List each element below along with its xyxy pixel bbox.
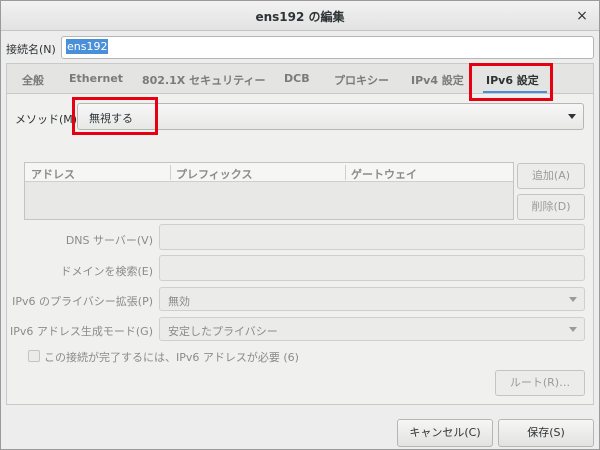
chevron-down-icon — [568, 114, 576, 119]
chevron-down-icon — [569, 327, 577, 332]
chevron-down-icon — [569, 297, 577, 302]
method-dropdown[interactable]: 無視する — [77, 103, 584, 130]
method-label: メソッド(M) — [15, 113, 78, 126]
address-table[interactable]: アドレス プレフィックス ゲートウェイ — [24, 162, 514, 220]
cancel-button[interactable]: キャンセル(C) — [397, 419, 493, 447]
privacy-extensions-value: 無効 — [168, 295, 190, 308]
column-address: アドレス — [31, 168, 75, 181]
search-domains-label: ドメインを検索(E) — [60, 265, 153, 278]
privacy-extensions-label: IPv6 のプライバシー拡張(P) — [12, 295, 153, 308]
tab-dcb[interactable]: DCB — [284, 72, 310, 85]
column-prefix: プレフィックス — [176, 168, 253, 181]
connection-name-label: 接続名(N) — [6, 43, 56, 56]
add-address-button[interactable]: 追加(A) — [517, 163, 585, 189]
edit-connection-dialog: ens192 の編集 × 接続名(N) ens192 全般 Ethernet 8… — [0, 0, 600, 450]
address-table-header: アドレス プレフィックス ゲートウェイ — [25, 163, 513, 182]
window-title: ens192 の編集 — [255, 10, 345, 24]
title-bar: ens192 の編集 × — [1, 1, 599, 31]
connection-name-input[interactable]: ens192 — [61, 36, 594, 59]
tab-8021x-security[interactable]: 802.1X セキュリティー — [142, 72, 265, 88]
close-icon[interactable]: × — [573, 7, 591, 25]
address-generation-label: IPv6 アドレス生成モード(G) — [10, 325, 153, 338]
tab-proxy[interactable]: プロキシー — [334, 72, 389, 88]
connection-name-value: ens192 — [66, 39, 109, 54]
tab-ipv6-settings[interactable]: IPv6 設定 — [486, 72, 539, 88]
require-ipv6-label: この接続が完了するには、IPv6 アドレスが必要 (6) — [44, 351, 299, 364]
dns-servers-label: DNS サーバー(V) — [65, 234, 153, 247]
settings-tabs: 全般 Ethernet 802.1X セキュリティー DCB プロキシー IPv… — [6, 63, 594, 93]
tab-ethernet[interactable]: Ethernet — [69, 72, 123, 85]
delete-address-button[interactable]: 削除(D) — [517, 194, 585, 220]
address-generation-value: 安定したプライバシー — [168, 325, 278, 338]
column-divider — [345, 165, 346, 180]
search-domains-input[interactable] — [159, 255, 585, 281]
column-gateway: ゲートウェイ — [351, 168, 417, 181]
dns-servers-input[interactable] — [159, 224, 585, 250]
method-value: 無視する — [89, 112, 133, 125]
address-generation-dropdown[interactable]: 安定したプライバシー — [159, 317, 585, 341]
privacy-extensions-dropdown[interactable]: 無効 — [159, 287, 585, 311]
require-ipv6-checkbox[interactable] — [28, 350, 40, 362]
routes-button[interactable]: ルート(R)… — [495, 370, 585, 396]
tab-ipv4-settings[interactable]: IPv4 設定 — [411, 72, 464, 88]
save-button[interactable]: 保存(S) — [498, 419, 594, 447]
column-divider — [170, 165, 171, 180]
tab-general[interactable]: 全般 — [22, 72, 44, 88]
